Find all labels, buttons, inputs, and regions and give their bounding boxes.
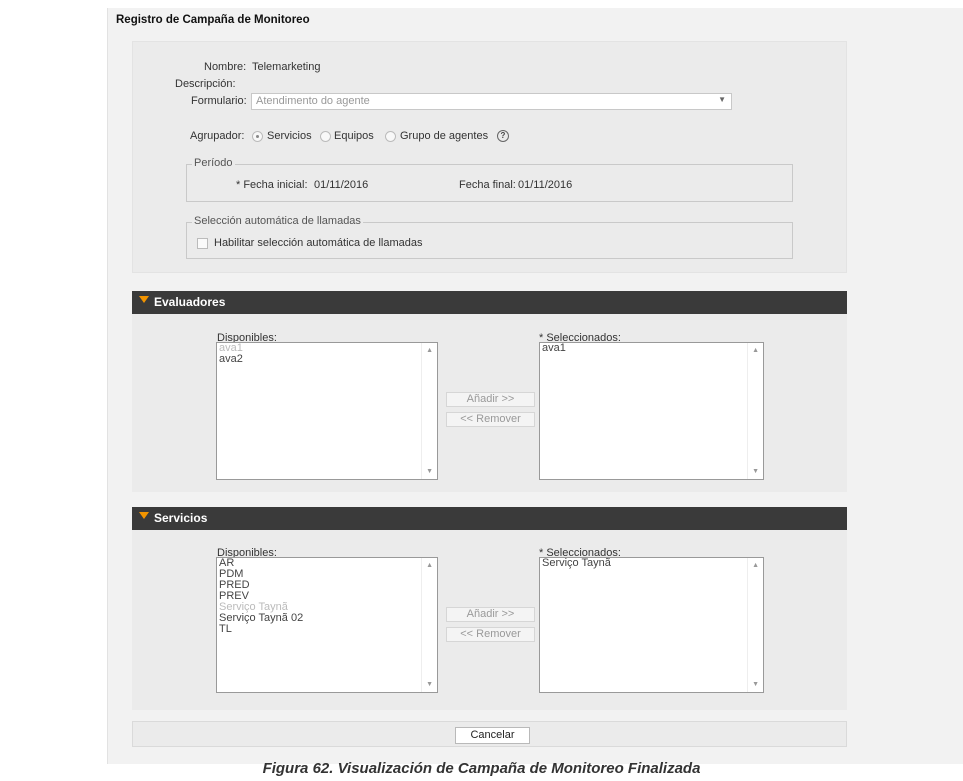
collapse-triangle-icon — [139, 296, 149, 303]
servicios-seleccionados-list[interactable]: Serviço Taynã ▲ ▼ — [539, 557, 764, 693]
evaluadores-seleccionados-list[interactable]: ava1 ▲ ▼ — [539, 342, 764, 480]
radio-grupo-de-agentes[interactable] — [385, 131, 396, 142]
radio-servicios-label: Servicios — [267, 130, 312, 142]
fecha-inicial-label: * Fecha inicial: — [236, 179, 308, 191]
scroll-down-icon[interactable]: ▼ — [752, 468, 759, 475]
formulario-select-value: Atendimento do agente — [256, 95, 370, 107]
fecha-final-label: Fecha final: — [459, 179, 516, 191]
page-title: Registro de Campaña de Monitoreo — [116, 14, 310, 26]
footer-bar: Cancelar — [132, 721, 847, 747]
scrollbar[interactable] — [747, 343, 763, 479]
list-item[interactable]: Serviço Taynã 02 — [217, 613, 437, 624]
agrupador-label: Agrupador: — [190, 130, 245, 142]
scrollbar[interactable] — [747, 558, 763, 692]
list-item[interactable]: Serviço Taynã — [540, 558, 763, 569]
list-item[interactable]: ava2 — [217, 354, 437, 365]
evaluadores-title: Evaluadores — [154, 295, 226, 309]
figure-caption: Figura 62. Visualización de Campaña de M… — [262, 760, 701, 777]
habilitar-seleccion-checkbox[interactable] — [197, 238, 208, 249]
help-icon[interactable]: ? — [497, 130, 509, 142]
list-item[interactable]: PRED — [217, 580, 437, 591]
nombre-label: Nombre: — [204, 61, 247, 73]
scrollbar[interactable] — [421, 343, 437, 479]
scroll-up-icon[interactable]: ▲ — [426, 347, 433, 354]
fecha-inicial-value: 01/11/2016 — [314, 179, 369, 191]
cancel-button[interactable]: Cancelar — [455, 727, 530, 744]
seleccion-automatica-legend: Selección automática de llamadas — [192, 215, 363, 227]
periodo-legend: Período — [192, 157, 235, 169]
list-item[interactable]: ava1 — [540, 343, 763, 354]
chevron-down-icon: ▼ — [718, 95, 726, 104]
list-item[interactable]: AR — [217, 558, 437, 569]
scroll-down-icon[interactable]: ▼ — [752, 681, 759, 688]
servicios-add-button[interactable]: Añadir >> — [446, 607, 535, 622]
evaluadores-disponibles-list[interactable]: ava1 ava2 ▲ ▼ — [216, 342, 438, 480]
evaluadores-section-header[interactable]: Evaluadores — [132, 291, 847, 314]
fecha-final-value: 01/11/2016 — [518, 179, 573, 191]
scroll-down-icon[interactable]: ▼ — [426, 468, 433, 475]
servicios-disponibles-list[interactable]: AR PDM PRED PREV Serviço Taynã Serviço T… — [216, 557, 438, 693]
list-item[interactable]: ava1 — [217, 343, 437, 354]
servicios-remove-button[interactable]: << Remover — [446, 627, 535, 642]
radio-equipos-label: Equipos — [334, 130, 374, 142]
scroll-up-icon[interactable]: ▲ — [752, 347, 759, 354]
descripcion-label: Descripción: — [175, 78, 236, 90]
servicios-section-header[interactable]: Servicios — [132, 507, 847, 530]
list-item[interactable]: TL — [217, 624, 437, 635]
radio-servicios[interactable] — [252, 131, 263, 142]
scroll-down-icon[interactable]: ▼ — [426, 681, 433, 688]
servicios-title: Servicios — [154, 511, 208, 525]
scroll-up-icon[interactable]: ▲ — [426, 562, 433, 569]
scroll-up-icon[interactable]: ▲ — [752, 562, 759, 569]
radio-grupo-de-agentes-label: Grupo de agentes — [400, 130, 489, 142]
nombre-value: Telemarketing — [252, 61, 321, 73]
scrollbar[interactable] — [421, 558, 437, 692]
formulario-label: Formulario: — [191, 95, 247, 107]
formulario-select[interactable]: Atendimento do agente ▼ — [251, 93, 732, 110]
habilitar-seleccion-label: Habilitar selección automática de llamad… — [214, 237, 423, 249]
list-item[interactable]: PDM — [217, 569, 437, 580]
collapse-triangle-icon — [139, 512, 149, 519]
evaluadores-add-button[interactable]: Añadir >> — [446, 392, 535, 407]
evaluadores-remove-button[interactable]: << Remover — [446, 412, 535, 427]
radio-equipos[interactable] — [320, 131, 331, 142]
